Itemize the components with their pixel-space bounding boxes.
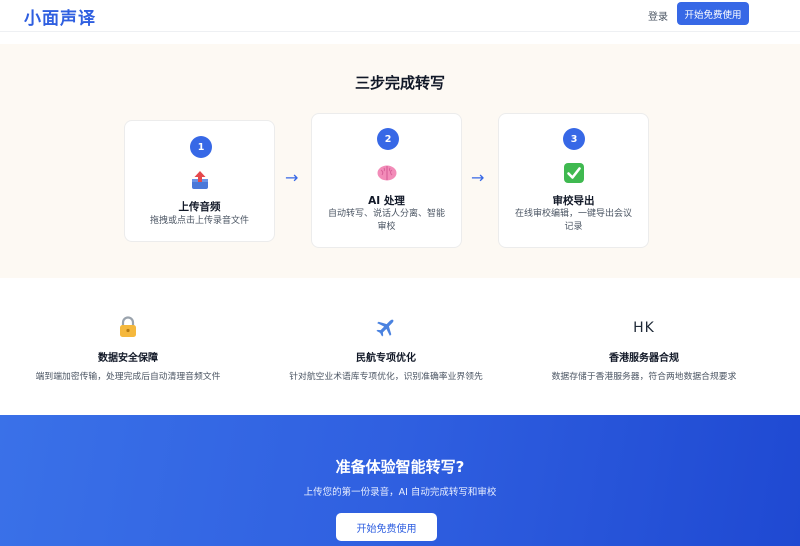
feature-description: 数据存储于香港服务器，符合两地数据合规要求 <box>551 372 737 382</box>
step-title: 审校导出 <box>552 195 595 207</box>
logo[interactable]: 小面声译 <box>24 4 96 29</box>
hk-text-icon: HK <box>633 320 655 336</box>
step-number-badge: 1 <box>190 136 212 158</box>
step-number-badge: 2 <box>377 128 399 150</box>
step-card-export: 3 审校导出 在线审校编辑，一键导出会议记录 <box>498 113 649 248</box>
step-card-ai: 2 AI 处理 自动转写、说话人分离、智能审校 <box>311 113 462 248</box>
upload-box-icon <box>189 169 211 191</box>
banner-start-free-button[interactable]: 开始免费使用 <box>336 513 437 541</box>
steps-title: 三步完成转写 <box>354 74 445 92</box>
login-link[interactable]: 登录 <box>648 8 668 23</box>
feature-title: 香港服务器合规 <box>609 353 679 364</box>
start-free-button[interactable]: 开始免费使用 <box>677 2 749 25</box>
cta-banner: 准备体验智能转写? 上传您的第一份录音，AI 自动完成转写和审校 开始免费使用 <box>0 415 800 546</box>
check-box-icon <box>563 162 585 184</box>
step-number-badge: 3 <box>563 128 585 150</box>
step-description: 在线审校编辑，一键导出会议记录 <box>514 209 632 232</box>
step-description: 拖拽或点击上传录音文件 <box>149 216 249 226</box>
banner-title: 准备体验智能转写? <box>335 458 465 476</box>
arrow-icon: → <box>285 168 299 187</box>
feature-title: 数据安全保障 <box>98 353 158 364</box>
feature-description: 针对航空业术语库专项优化，识别准确率业界领先 <box>289 372 483 382</box>
banner-subtitle: 上传您的第一份录音，AI 自动完成转写和审校 <box>303 487 497 498</box>
feature-title: 民航专项优化 <box>356 353 416 364</box>
step-card-upload: 1 上传音频 拖拽或点击上传录音文件 <box>124 120 275 242</box>
feature-description: 端到端加密传输，处理完成后自动清理音频文件 <box>35 372 221 382</box>
arrow-icon: → <box>471 168 485 187</box>
lock-icon <box>118 316 138 338</box>
steps-section: 三步完成转写 1 上传音频 拖拽或点击上传录音文件 → 2 AI 处理 自动转写… <box>0 44 800 278</box>
top-nav: 小面声译 登录 开始免费使用 <box>0 0 800 32</box>
step-title: 上传音频 <box>178 201 221 213</box>
step-description: 自动转写、说话人分离、智能审校 <box>327 209 445 232</box>
brain-icon <box>376 162 398 184</box>
airplane-icon <box>375 316 397 338</box>
step-title: AI 处理 <box>368 195 405 207</box>
